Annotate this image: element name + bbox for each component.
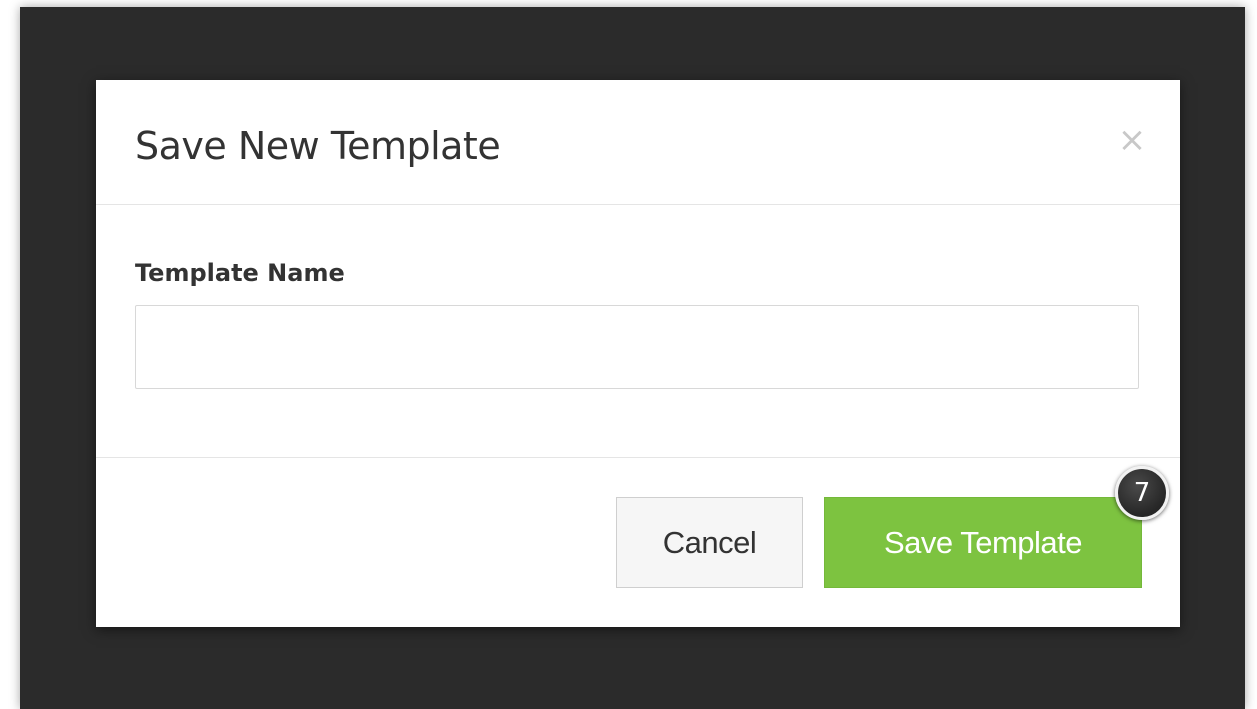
dialog-header: Save New Template × — [96, 80, 1180, 205]
close-icon[interactable]: × — [1114, 118, 1150, 162]
step-number-badge: 7 — [1115, 466, 1169, 520]
cancel-button[interactable]: Cancel — [616, 497, 803, 588]
dialog-footer: Cancel Save Template — [96, 458, 1180, 627]
template-name-input[interactable] — [135, 305, 1139, 389]
save-template-button[interactable]: Save Template — [824, 497, 1142, 588]
dialog-title: Save New Template — [135, 124, 501, 168]
dialog-body: Template Name — [96, 205, 1180, 458]
template-name-label: Template Name — [135, 259, 345, 287]
save-template-dialog: Save New Template × Template Name Cancel… — [96, 80, 1180, 627]
